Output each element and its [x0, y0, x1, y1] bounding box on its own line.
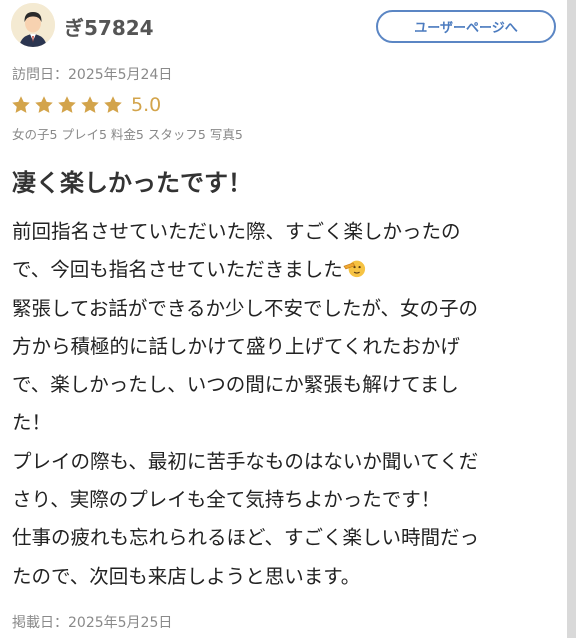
review-line: 方から積極的に話しかけて盛り上げてくれたおかげ	[12, 334, 460, 358]
review-line: た！	[12, 411, 52, 435]
review-line: で、楽しかったし、いつの間にか緊張も解けてまし	[12, 373, 459, 397]
sub-ratings: 女の子5 プレイ5 料金5 スタッフ5 写真5	[12, 124, 247, 143]
username[interactable]: ぎ57824	[64, 12, 154, 41]
scrollbar[interactable]	[567, 0, 576, 638]
review-line: たので、次回も来店しようと思います。	[12, 564, 361, 588]
review-line: で、今回も指名させていただきました	[12, 258, 343, 282]
star-icon	[104, 96, 122, 113]
sub-rating-play: プレイ5	[61, 127, 107, 142]
star-icon	[81, 96, 99, 113]
star-icon	[12, 96, 30, 113]
visit-date: 訪問日：2025年5月24日	[12, 67, 173, 83]
star-rating: 5.0	[11, 95, 161, 115]
review-title: 凄く楽しかったです！	[12, 169, 252, 197]
rating-value: 5.0	[131, 94, 162, 116]
review-line: プレイの際も、最初に苦手なものはないか聞いてくだ	[12, 449, 479, 473]
user-avatar-icon[interactable]	[11, 3, 55, 47]
review-line-with-emoji: で、今回も指名させていただきました	[12, 251, 560, 289]
sub-rating-girl: 女の子5	[12, 127, 58, 142]
review-card: ぎ57824 ユーザーページへ 訪問日：2025年5月24日 5.0 女の子5 …	[0, 0, 567, 638]
star-icon	[35, 96, 53, 113]
review-line: 仕事の疲れも忘れられるほど、すごく楽しい時間だっ	[12, 526, 480, 550]
review-line: 前回指名させていただいた際、すごく楽しかったの	[12, 220, 461, 243]
review-body: 前回指名させていただいた際、すごく楽しかったの で、今回も指名させていただきまし…	[12, 213, 560, 596]
user-page-button[interactable]: ユーザーページへ	[376, 10, 556, 43]
sub-rating-photo: 写真5	[209, 127, 243, 142]
review-line: さり、実際のプレイも全て気持ちよかったです！	[12, 488, 441, 512]
review-line: 緊張してお話ができるか少し不安でしたが、女の子の	[12, 296, 479, 320]
saluting-face-emoji-icon	[343, 260, 365, 278]
star-icon	[58, 96, 76, 113]
posted-date: 掲載日：2025年5月25日	[12, 615, 173, 631]
sub-rating-staff: スタッフ5	[147, 127, 206, 142]
sub-rating-price: 料金5	[110, 127, 144, 142]
